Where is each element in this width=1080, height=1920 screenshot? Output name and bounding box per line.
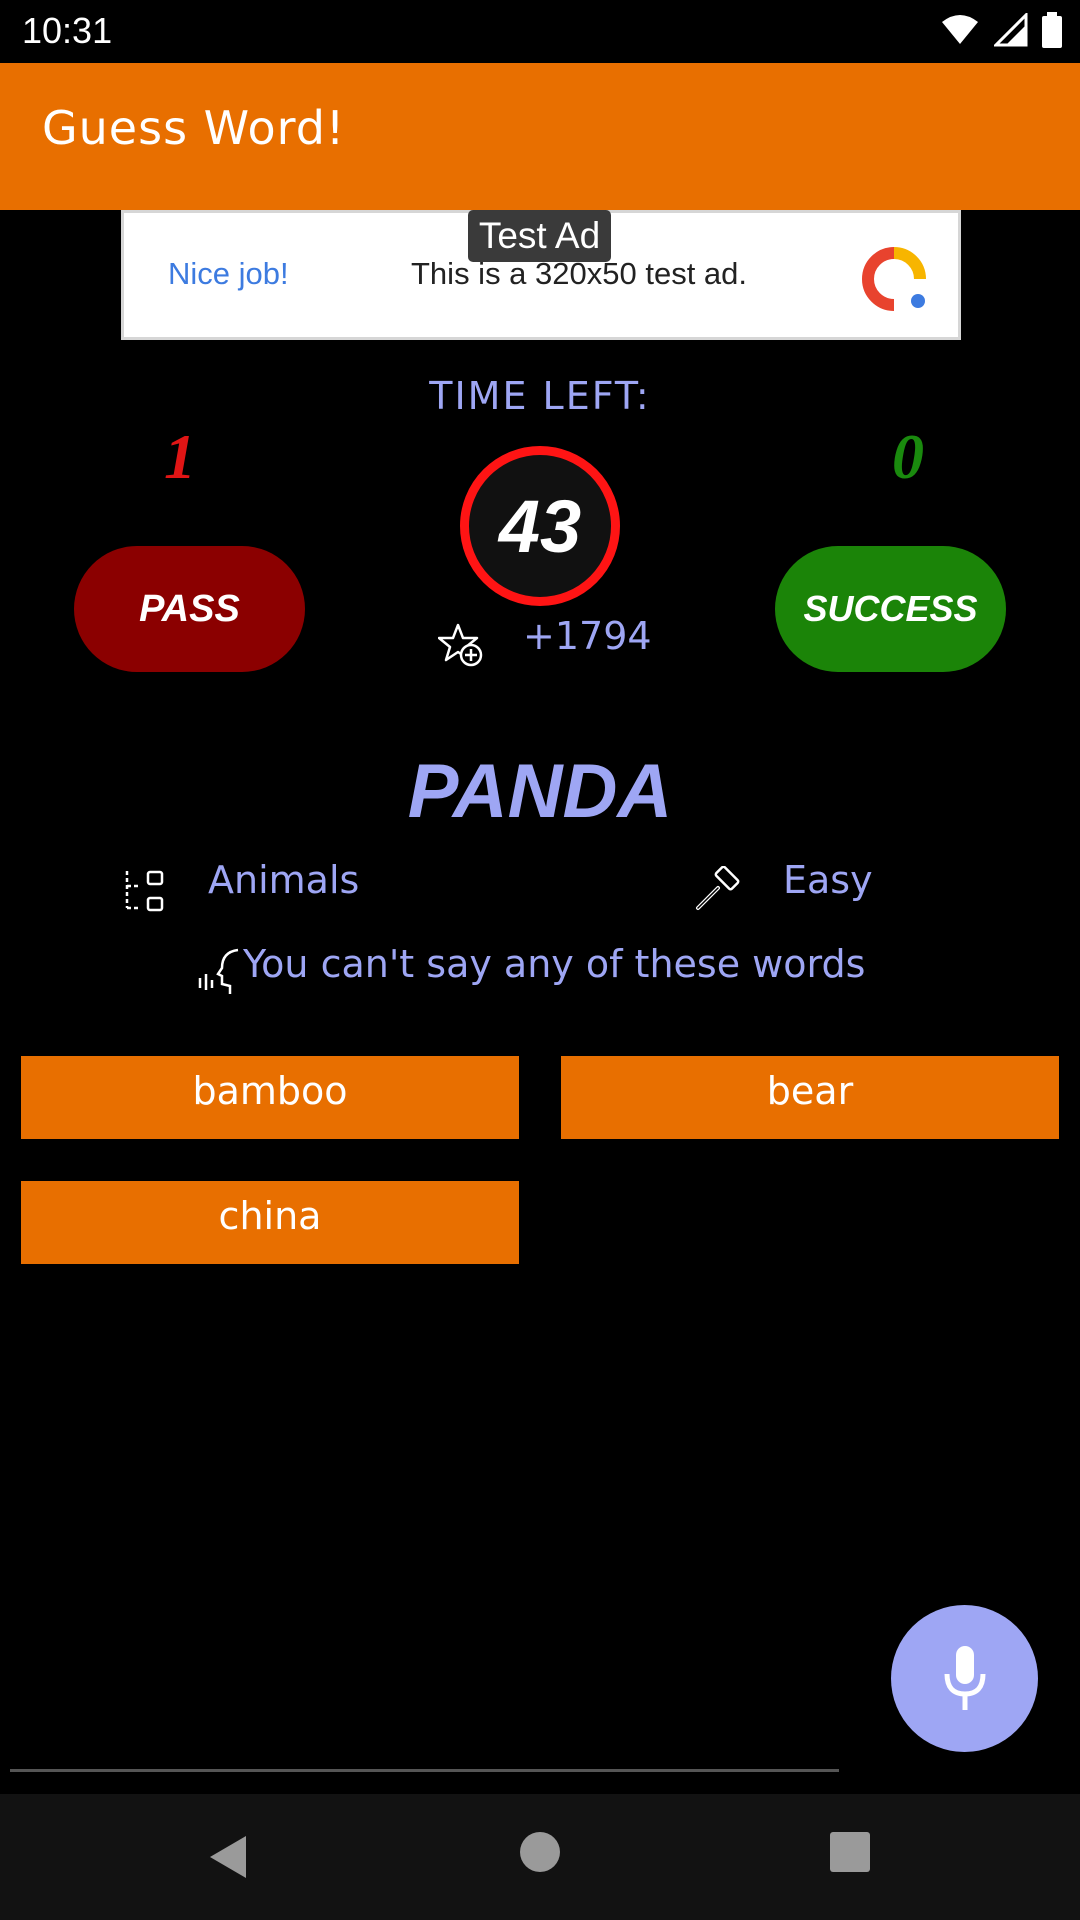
app-bar: Guess Word! <box>0 63 1080 210</box>
taboo-word: bear <box>561 1056 1059 1139</box>
nav-bar <box>0 1794 1080 1920</box>
pass-button-label: PASS <box>139 587 240 630</box>
app-title: Guess Word! <box>42 101 346 155</box>
pass-count: 1 <box>164 421 196 492</box>
mic-button[interactable] <box>891 1605 1038 1752</box>
category-label: Animals <box>208 858 360 902</box>
ad-tag: Test Ad <box>468 210 611 262</box>
success-button[interactable]: SUCCESS <box>775 546 1006 672</box>
star-plus-icon <box>438 623 483 667</box>
timer-value: 43 <box>498 484 582 568</box>
timer-circle: 43 <box>460 446 620 606</box>
microphone-icon <box>944 1645 985 1710</box>
time-left-label: TIME LEFT: <box>429 374 651 418</box>
status-icons <box>940 12 1062 48</box>
pass-button[interactable]: PASS <box>74 546 305 672</box>
bonus-points: +1794 <box>523 614 652 658</box>
hammer-icon <box>696 866 740 910</box>
battery-icon <box>1042 12 1062 48</box>
recents-icon[interactable] <box>830 1832 870 1872</box>
ad-headline: Nice job! <box>168 256 289 291</box>
category-icon <box>125 870 164 912</box>
wifi-icon <box>942 15 978 44</box>
success-button-label: SUCCESS <box>803 588 978 629</box>
status-time: 10:31 <box>22 10 113 51</box>
success-count: 0 <box>892 421 924 492</box>
taboo-label: You can't say any of these words <box>243 942 866 986</box>
signal-icon <box>994 13 1028 47</box>
back-icon[interactable] <box>206 1834 252 1880</box>
difficulty-label: Easy <box>783 858 873 902</box>
taboo-word: bamboo <box>21 1056 519 1139</box>
home-icon[interactable] <box>520 1832 560 1872</box>
taboo-word: china <box>21 1181 519 1264</box>
guess-word: PANDA <box>407 749 673 834</box>
bottom-divider <box>10 1769 839 1772</box>
status-bar: 10:31 <box>0 0 1080 63</box>
ad-logo-icon <box>862 247 926 311</box>
speaking-head-icon <box>198 948 239 994</box>
